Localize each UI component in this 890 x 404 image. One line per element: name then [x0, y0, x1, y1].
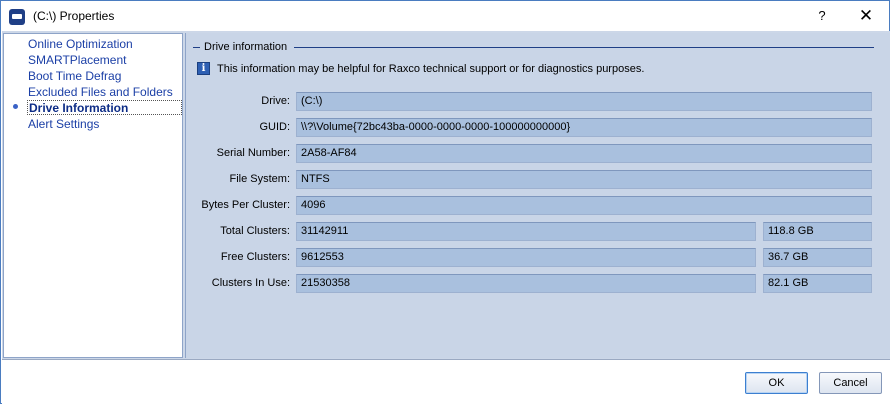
app-icon [9, 9, 25, 25]
used-size-field[interactable]: 82.1 GB [763, 274, 872, 293]
total-clusters-label: Total Clusters: [220, 225, 290, 237]
clusters-in-use-label: Clusters In Use: [211, 277, 290, 289]
drive-label: Drive: [261, 95, 290, 107]
file-system-field[interactable]: NTFS [296, 170, 872, 189]
properties-dialog: (C:\) Properties ? ✕ Online Optimization… [0, 0, 890, 404]
file-system-label: File System: [229, 173, 290, 185]
sidebar-item-excluded-files[interactable]: Excluded Files and Folders [28, 85, 183, 100]
drive-info-panel: Drive information i This information may… [185, 33, 890, 358]
total-clusters-field[interactable]: 31142911 [296, 222, 756, 241]
close-button[interactable]: ✕ [853, 5, 879, 27]
cancel-button[interactable]: Cancel [819, 372, 882, 394]
sidebar-item-online-optimization[interactable]: Online Optimization [28, 37, 183, 52]
sidebar-item-drive-information[interactable]: Drive Information [27, 100, 182, 115]
dialog-footer: OK Cancel [2, 359, 890, 404]
title-bar: (C:\) Properties ? ✕ [1, 1, 889, 31]
clusters-in-use-field[interactable]: 21530358 [296, 274, 756, 293]
serial-number-field[interactable]: 2A58-AF84 [296, 144, 872, 163]
info-icon: i [197, 62, 210, 75]
bytes-per-cluster-field[interactable]: 4096 [296, 196, 872, 215]
guid-label: GUID: [259, 121, 290, 133]
sidebar-item-smartplacement[interactable]: SMARTPlacement [28, 53, 183, 68]
active-bullet-icon [13, 104, 18, 109]
drive-field[interactable]: (C:\) [296, 92, 872, 111]
sidebar-item-alert-settings[interactable]: Alert Settings [28, 117, 183, 132]
group-title: Drive information [204, 41, 288, 53]
bytes-per-cluster-label: Bytes Per Cluster: [201, 199, 290, 211]
free-size-field[interactable]: 36.7 GB [763, 248, 872, 267]
free-clusters-label: Free Clusters: [220, 251, 290, 263]
sidebar-item-boot-time-defrag[interactable]: Boot Time Defrag [28, 69, 183, 84]
ok-button[interactable]: OK [745, 372, 808, 394]
help-button[interactable]: ? [809, 5, 835, 27]
dialog-body: Online Optimization SMARTPlacement Boot … [2, 31, 890, 359]
group-divider [294, 47, 874, 48]
info-message: This information may be helpful for Raxc… [217, 63, 645, 75]
window-title: (C:\) Properties [33, 9, 115, 23]
total-size-field[interactable]: 118.8 GB [763, 222, 872, 241]
guid-field[interactable]: \\?\Volume{72bc43ba-0000-0000-0000-10000… [296, 118, 872, 137]
group-border [193, 47, 200, 48]
serial-number-label: Serial Number: [216, 147, 290, 159]
sidebar-nav: Online Optimization SMARTPlacement Boot … [3, 33, 183, 358]
free-clusters-field[interactable]: 9612553 [296, 248, 756, 267]
